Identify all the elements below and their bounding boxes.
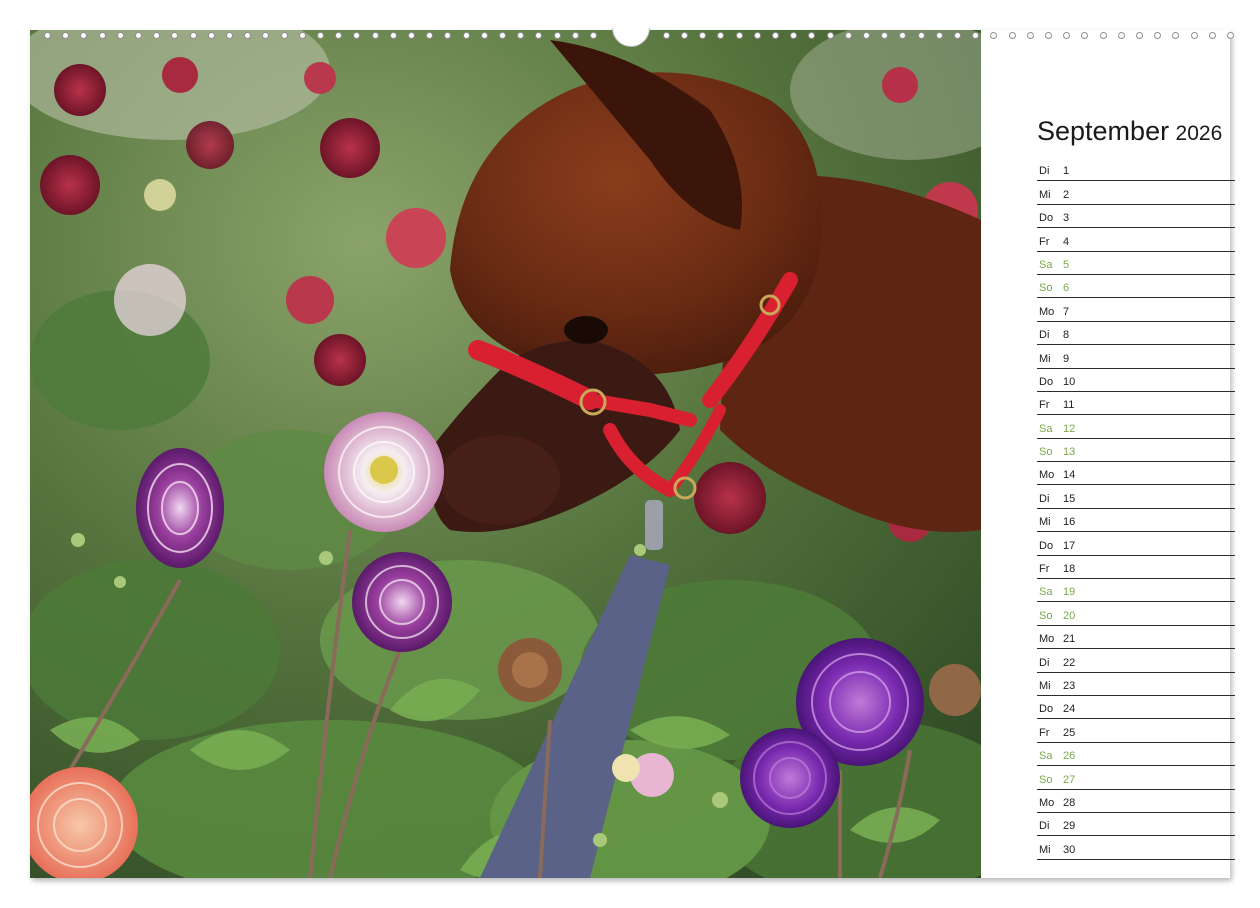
weekday-label: Mi xyxy=(1039,188,1051,201)
weekday-label: So xyxy=(1039,773,1053,786)
day-row: Fr 4 xyxy=(1037,228,1235,252)
day-number: 28 xyxy=(1063,796,1076,809)
day-number: 7 xyxy=(1063,305,1070,318)
weekday-label: Di xyxy=(1039,329,1050,342)
weekday-label: Do xyxy=(1039,703,1054,716)
day-row: So 13 xyxy=(1037,439,1235,463)
day-row: Mi 23 xyxy=(1037,673,1235,696)
day-number: 17 xyxy=(1063,539,1076,552)
weekday-label: Do xyxy=(1039,539,1054,552)
day-number: 8 xyxy=(1063,329,1070,342)
year: 2026 xyxy=(1175,122,1223,145)
day-number: 5 xyxy=(1063,258,1070,271)
weekday-label: Fr xyxy=(1039,726,1050,739)
weekday-label: So xyxy=(1039,609,1053,622)
day-row: So 6 xyxy=(1037,275,1235,299)
day-number: 11 xyxy=(1063,399,1075,412)
alpaca-photo xyxy=(30,30,981,878)
day-row: Fr 11 xyxy=(1037,392,1235,416)
day-number: 27 xyxy=(1063,773,1076,786)
weekday-label: Mi xyxy=(1039,352,1051,365)
day-number: 1 xyxy=(1063,165,1070,178)
day-row: Mo 7 xyxy=(1037,298,1235,322)
weekday-label: Mi xyxy=(1039,843,1051,856)
day-row: Di 15 xyxy=(1037,485,1235,509)
weekday-label: Mo xyxy=(1039,305,1055,318)
day-number: 14 xyxy=(1063,469,1076,482)
weekday-label: Di xyxy=(1039,656,1050,669)
day-number: 22 xyxy=(1063,656,1076,669)
day-row: Mo 21 xyxy=(1037,626,1235,650)
calendar-grid: September 2026 Di 1 Mi 2 Do 3 Fr 4 Sa 5 So 6 Mo 7 Di 8 M… xyxy=(1037,116,1235,860)
day-number: 16 xyxy=(1063,516,1076,529)
weekday-label: Sa xyxy=(1039,422,1053,435)
day-row: Sa 19 xyxy=(1037,579,1235,603)
weekday-label: Mo xyxy=(1039,469,1055,482)
weekday-label: So xyxy=(1039,446,1053,459)
day-row: Do 3 xyxy=(1037,205,1235,229)
day-row: Mi 9 xyxy=(1037,345,1235,369)
day-row: Fr 18 xyxy=(1037,556,1235,580)
day-row: So 27 xyxy=(1037,766,1235,790)
calendar-page: September 2026 Di 1 Mi 2 Do 3 Fr 4 Sa 5 So 6 Mo 7 Di 8 M… xyxy=(30,30,1235,878)
alpaca-flowers-illustration xyxy=(30,30,981,878)
day-row: Di 22 xyxy=(1037,649,1235,673)
weekday-label: Do xyxy=(1039,375,1054,388)
day-number: 6 xyxy=(1063,282,1070,295)
day-row: Mi 16 xyxy=(1037,509,1235,533)
weekday-label: Mo xyxy=(1039,796,1055,809)
day-row: Sa 26 xyxy=(1037,743,1235,767)
weekday-label: Sa xyxy=(1039,750,1053,763)
day-row: Di 8 xyxy=(1037,322,1235,346)
weekday-label: Di xyxy=(1039,165,1050,178)
day-number: 20 xyxy=(1063,609,1076,622)
day-number: 23 xyxy=(1063,679,1076,692)
day-list: Di 1 Mi 2 Do 3 Fr 4 Sa 5 So 6 Mo 7 Di 8 Mi 9 Do 10 Fr 11 Sa 12 S… xyxy=(1037,158,1235,860)
month-name: September xyxy=(1037,116,1170,146)
day-row: Fr 25 xyxy=(1037,719,1235,743)
weekday-label: Do xyxy=(1039,212,1054,225)
day-number: 2 xyxy=(1063,188,1070,201)
day-number: 24 xyxy=(1063,703,1076,716)
day-number: 12 xyxy=(1063,422,1076,435)
day-number: 10 xyxy=(1063,375,1076,388)
day-row: Mi 30 xyxy=(1037,836,1235,860)
day-row: Mi 2 xyxy=(1037,181,1235,205)
day-number: 13 xyxy=(1063,446,1076,459)
day-row: Do 24 xyxy=(1037,696,1235,720)
day-row: So 20 xyxy=(1037,602,1235,626)
weekday-label: Sa xyxy=(1039,586,1053,599)
day-number: 3 xyxy=(1063,212,1070,225)
weekday-label: Mo xyxy=(1039,633,1055,646)
day-number: 25 xyxy=(1063,726,1076,739)
day-number: 21 xyxy=(1063,633,1076,646)
weekday-label: Fr xyxy=(1039,399,1050,412)
day-number: 26 xyxy=(1063,750,1076,763)
day-number: 19 xyxy=(1063,586,1076,599)
calendar-title: September 2026 xyxy=(1037,116,1235,150)
day-number: 29 xyxy=(1063,820,1076,833)
day-row: Sa 12 xyxy=(1037,415,1235,439)
weekday-label: Mi xyxy=(1039,516,1051,529)
weekday-label: So xyxy=(1039,282,1053,295)
day-row: Mo 28 xyxy=(1037,790,1235,813)
weekday-label: Di xyxy=(1039,820,1050,833)
day-number: 30 xyxy=(1063,843,1076,856)
weekday-label: Mi xyxy=(1039,679,1051,692)
weekday-label: Fr xyxy=(1039,235,1050,248)
day-number: 4 xyxy=(1063,235,1070,248)
weekday-label: Di xyxy=(1039,492,1050,505)
day-row: Di 29 xyxy=(1037,813,1235,837)
day-row: Do 17 xyxy=(1037,532,1235,556)
day-number: 18 xyxy=(1063,563,1076,576)
weekday-label: Fr xyxy=(1039,563,1050,576)
day-row: Sa 5 xyxy=(1037,252,1235,275)
day-row: Di 1 xyxy=(1037,158,1235,182)
day-row: Mo 14 xyxy=(1037,462,1235,486)
day-number: 9 xyxy=(1063,352,1070,365)
day-row: Do 10 xyxy=(1037,369,1235,392)
weekday-label: Sa xyxy=(1039,258,1053,271)
day-number: 15 xyxy=(1063,492,1076,505)
